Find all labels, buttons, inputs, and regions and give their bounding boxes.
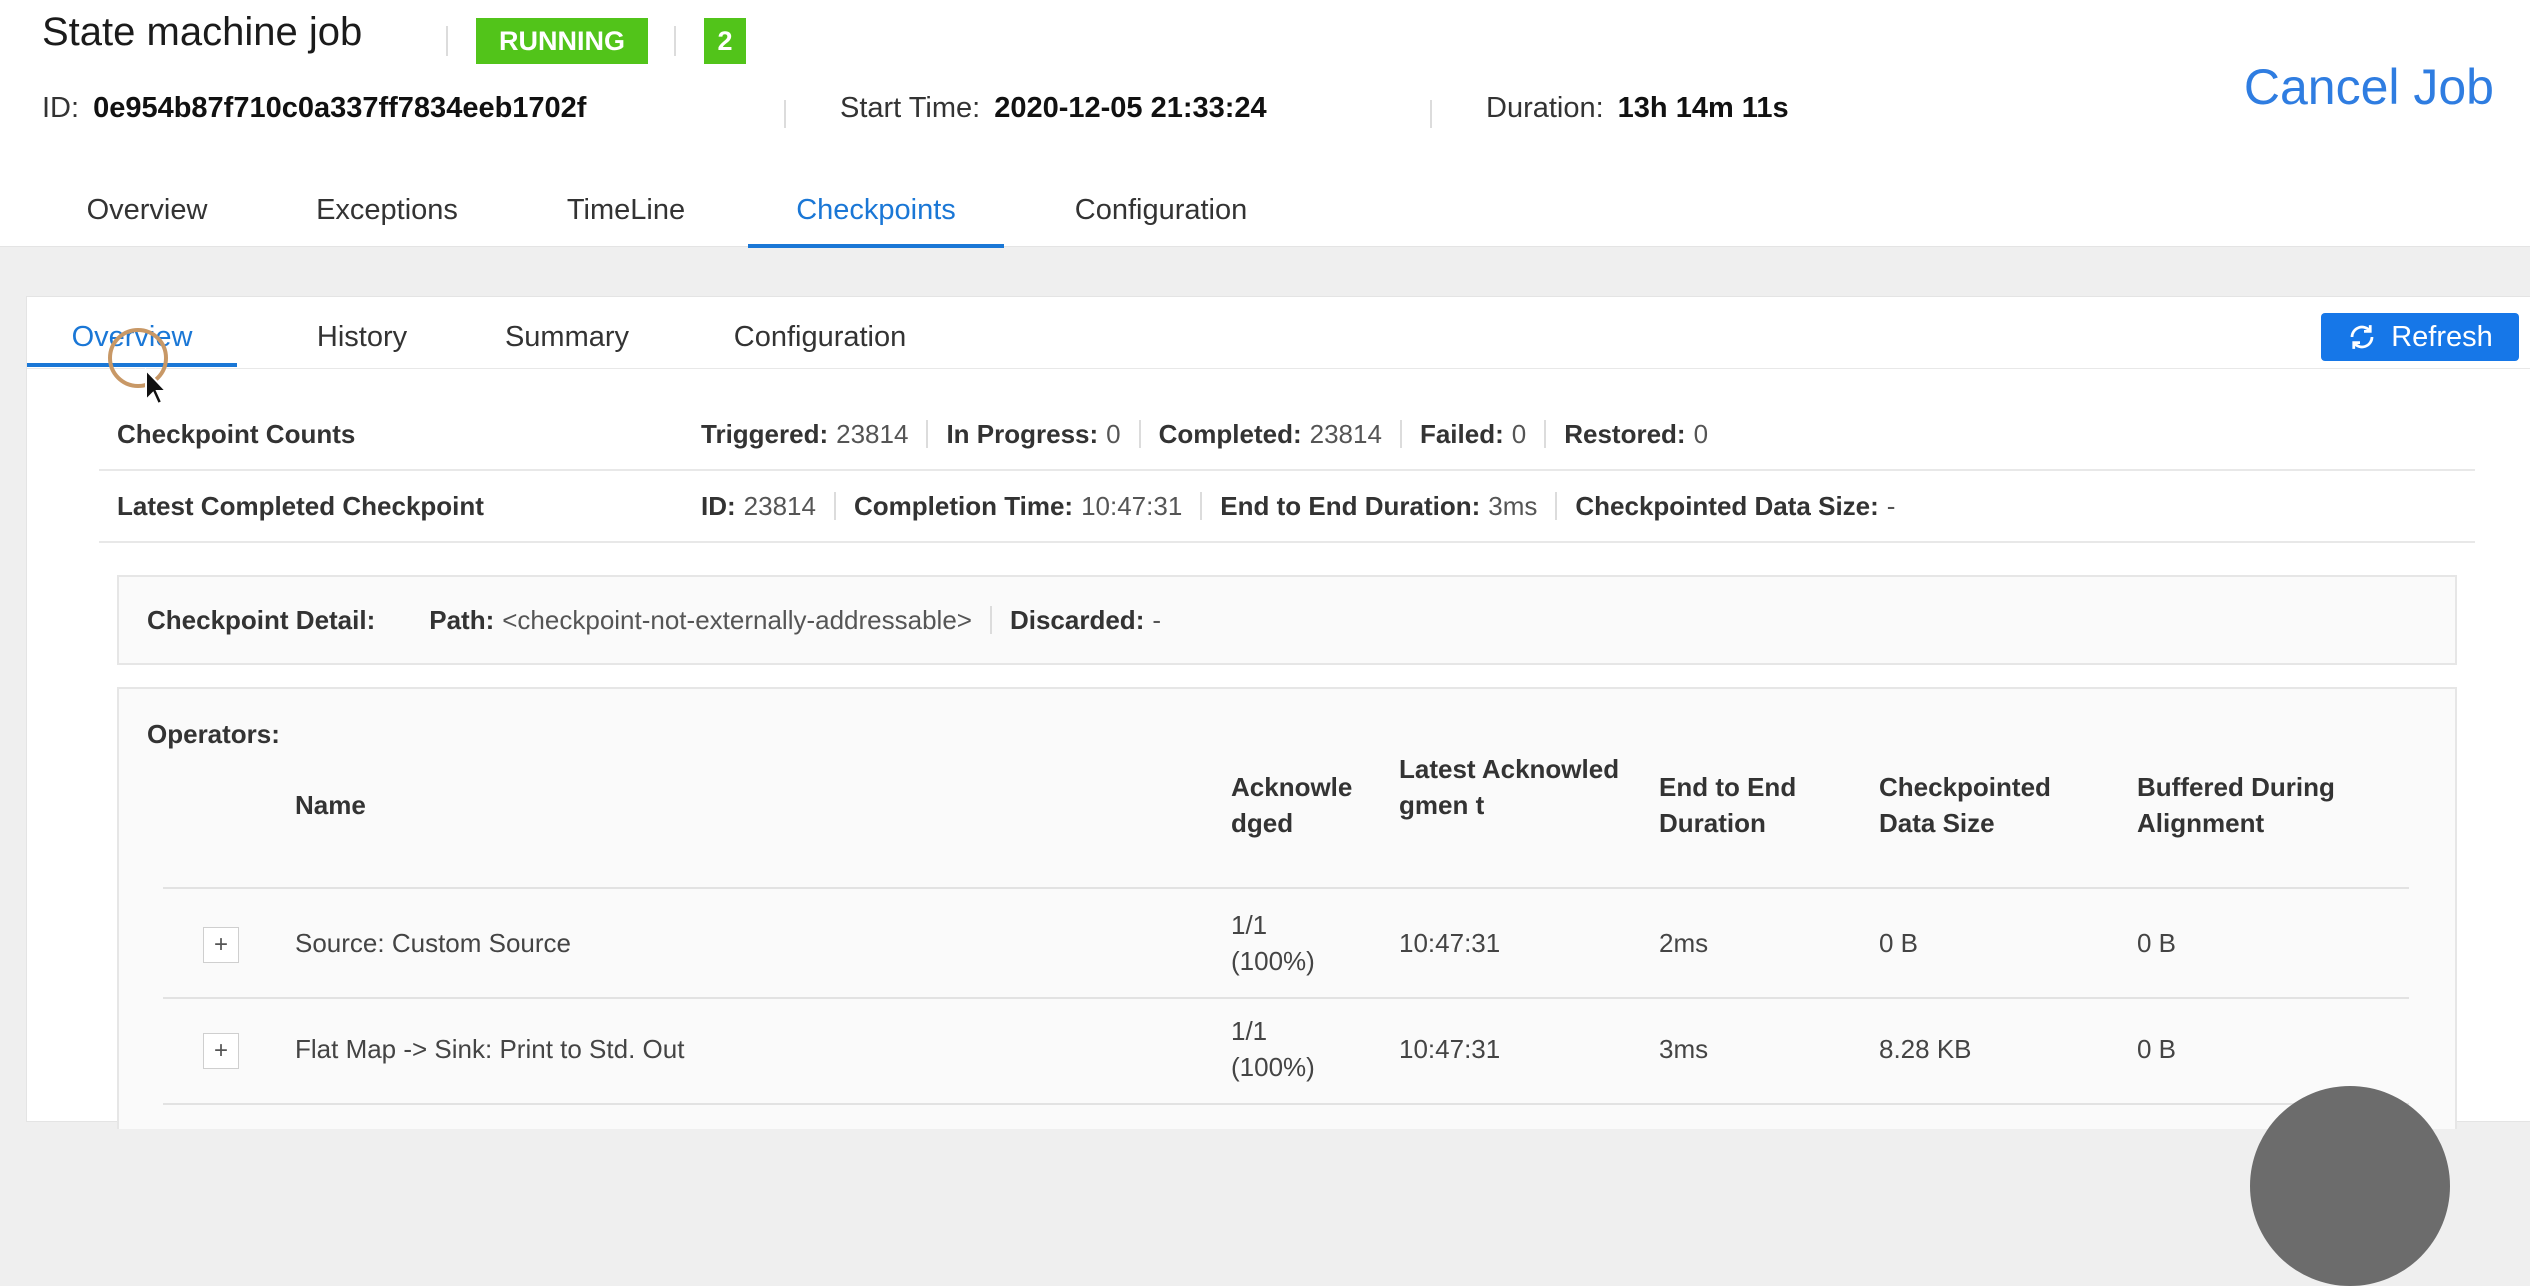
path-stat: Path: <checkpoint-not-externally-addressa…	[429, 604, 972, 635]
operator-latest-ack: 10:47:31	[1399, 1034, 1501, 1064]
header-divider	[163, 887, 2409, 889]
column-acknowledged: Acknowle dged	[1231, 772, 1353, 838]
column-buffered-during-alignment: Buffered During Alignment	[2137, 772, 2335, 838]
mouse-cursor-icon	[108, 328, 169, 404]
duration: Duration: 13h 14m 11s	[1486, 92, 1789, 125]
divider	[1430, 100, 1432, 128]
expand-row-button[interactable]: +	[203, 927, 239, 963]
operator-size: 8.28 KB	[1879, 1034, 1972, 1064]
subtab-history[interactable]: History	[279, 311, 445, 363]
operators-section: Operators: Name Acknowle dged Latest Ack…	[117, 687, 2457, 1129]
job-header: State machine job RUNNING 2 ID: 0e954b87f…	[0, 0, 2530, 248]
column-checkpointed-data-size: Checkpointed Data Size	[1879, 772, 2051, 838]
start-time-label: Start Time:	[840, 92, 981, 124]
checkpoint-detail: Checkpoint Detail: Path: <checkpoint-not-…	[117, 575, 2457, 665]
subtab-configuration[interactable]: Configuration	[689, 311, 951, 363]
operator-acknowledged: 1/1 (100%)	[1231, 910, 1315, 976]
latest-id-stat: ID: 23814	[701, 490, 816, 521]
operator-size: 0 B	[1879, 928, 1919, 958]
operator-e2e: 2ms	[1659, 928, 1709, 958]
checkpoint-counts-label: Checkpoint Counts	[117, 418, 356, 449]
operator-e2e: 3ms	[1659, 1034, 1709, 1064]
subtab-summary[interactable]: Summary	[467, 311, 667, 363]
end-to-end-stat: End to End Duration: 3ms	[1220, 490, 1538, 521]
operator-latest-ack: 10:47:31	[1399, 928, 1501, 958]
latest-checkpoint-row: Latest Completed Checkpoint ID: 23814 Com…	[99, 471, 2475, 543]
in-progress-stat: In Progress: 0	[946, 418, 1121, 449]
subtabs-underline	[27, 368, 2530, 369]
start-time-value: 2020-12-05 21:33:24	[994, 92, 1267, 124]
divider	[674, 26, 676, 56]
checkpoint-detail-label: Checkpoint Detail:	[147, 604, 376, 635]
refresh-icon	[2350, 325, 2374, 349]
operator-acknowledged: 1/1 (100%)	[1231, 1016, 1315, 1082]
operator-name: Flat Map -> Sink: Print to Std. Out	[295, 1034, 685, 1064]
operators-title: Operators:	[147, 719, 280, 749]
tab-checkpoints[interactable]: Checkpoints	[748, 176, 1004, 248]
row-divider	[163, 1103, 2409, 1105]
operator-buffered: 0 B	[2137, 1034, 2177, 1064]
checkpoint-counts-row: Checkpoint Counts Triggered: 23814 In Pro…	[99, 399, 2475, 471]
latest-checkpoint-label: Latest Completed Checkpoint	[117, 490, 484, 521]
checkpoints-panel: Overview History Summary Configuration R…	[26, 296, 2530, 1129]
completion-time-stat: Completion Time: 10:47:31	[853, 490, 1183, 521]
job-title: State machine job	[42, 10, 363, 54]
tab-exceptions[interactable]: Exceptions	[290, 176, 484, 244]
data-size-stat: Checkpointed Data Size: -	[1575, 490, 1896, 521]
divider	[446, 26, 448, 56]
cancel-job-button[interactable]: Cancel Job	[2244, 58, 2494, 116]
failed-stat: Failed: 0	[1419, 418, 1527, 449]
job-id-value: 0e954b87f710c0a337ff7834eeb1702f	[93, 92, 587, 124]
refresh-label: Refresh	[2391, 320, 2493, 353]
operator-name: Source: Custom Source	[295, 928, 572, 958]
triggered-stat: Triggered: 23814	[701, 418, 909, 449]
column-latest-acknowledgment: Latest Acknowledgmen t	[1399, 754, 1620, 820]
row-divider	[163, 997, 2409, 999]
count-badge: 2	[704, 18, 746, 64]
tab-configuration[interactable]: Configuration	[1040, 176, 1282, 244]
discarded-stat: Discarded: -	[1009, 604, 1162, 635]
latest-checkpoint-stats: ID: 23814 Completion Time: 10:47:31 End to…	[701, 491, 1895, 522]
status-badge: RUNNING	[476, 18, 648, 64]
job-id: ID: 0e954b87f710c0a337ff7834eeb1702f	[42, 92, 586, 125]
duration-label: Duration:	[1486, 92, 1604, 124]
divider	[784, 100, 786, 128]
completed-stat: Completed: 23814	[1158, 418, 1382, 449]
column-end-to-end-duration: End to End Duration	[1659, 772, 1797, 838]
operator-buffered: 0 B	[2137, 928, 2177, 958]
expand-row-button[interactable]: +	[203, 1033, 239, 1069]
duration-value: 13h 14m 11s	[1617, 92, 1789, 124]
tab-overview[interactable]: Overview	[60, 176, 234, 244]
job-id-label: ID:	[42, 92, 80, 124]
start-time: Start Time: 2020-12-05 21:33:24	[840, 92, 1267, 125]
refresh-button[interactable]: Refresh	[2321, 313, 2519, 361]
column-name: Name	[295, 790, 366, 820]
tab-timeline[interactable]: TimeLine	[540, 176, 712, 244]
checkpoint-counts: Triggered: 23814 In Progress: 0 Completed:…	[701, 419, 1708, 450]
floating-circle	[2250, 1086, 2450, 1286]
restored-stat: Restored: 0	[1564, 418, 1709, 449]
